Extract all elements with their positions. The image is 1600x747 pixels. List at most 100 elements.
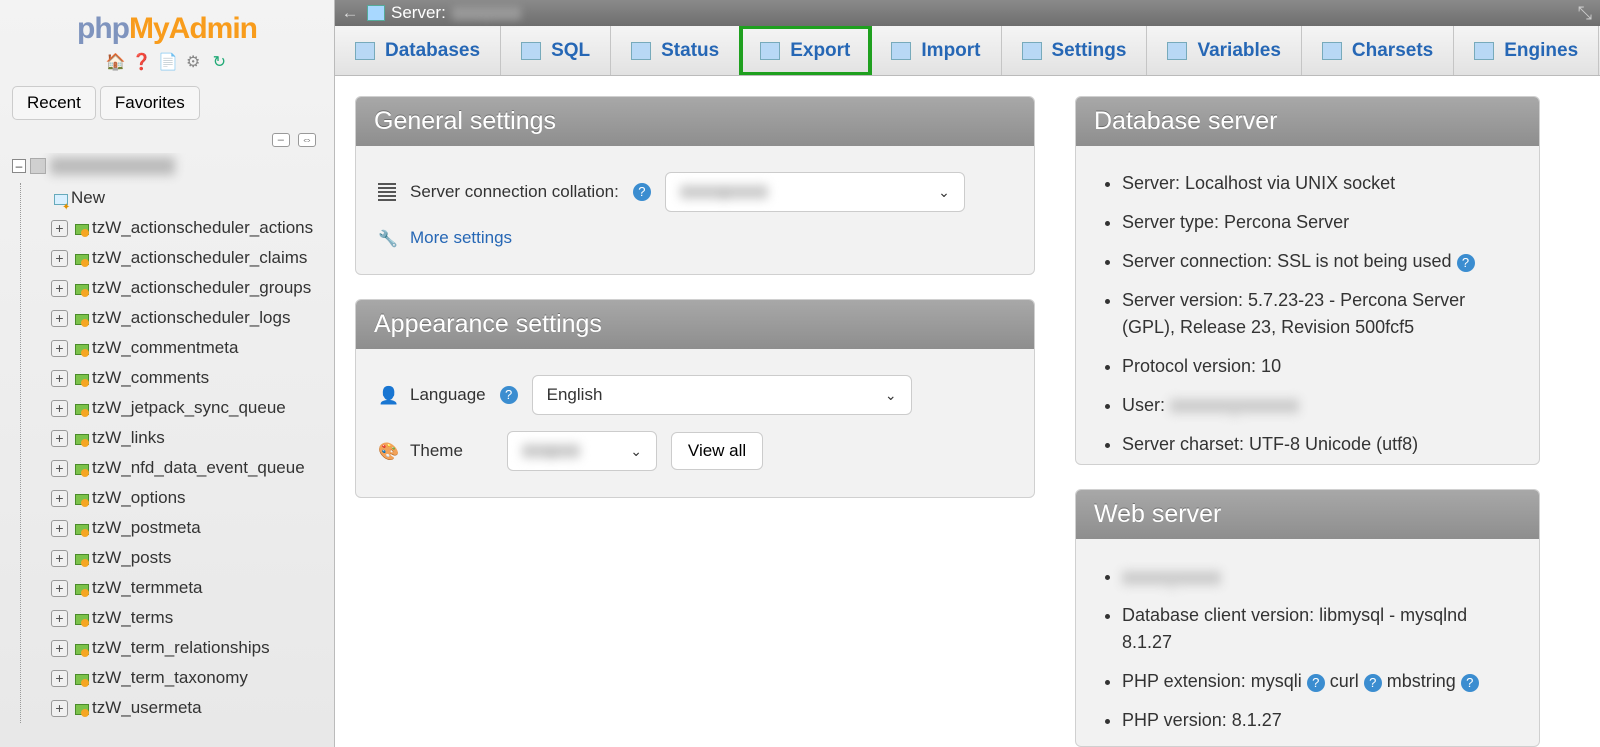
help-icon[interactable]: ? [500,386,518,404]
table-icon [72,310,88,326]
main-tabs: DatabasesSQLStatusExportImportSettingsVa… [335,26,1600,76]
help-icon[interactable]: ? [1364,674,1382,692]
help-icon[interactable]: ? [633,183,651,201]
tree-item-table[interactable]: +tzW_actionscheduler_groups [51,273,328,303]
tree-item-table[interactable]: +tzW_posts [51,543,328,573]
settings-icon[interactable]: ⚙ [184,54,202,72]
expand-icon[interactable]: + [51,670,68,687]
expand-icon[interactable]: + [51,400,68,417]
expand-icon[interactable]: + [51,610,68,627]
panel-title: Appearance settings [356,300,1034,349]
variables-icon [1167,42,1187,60]
logout-icon[interactable]: ❓ [132,54,150,72]
tab-databases[interactable]: Databases [335,26,501,75]
expand-icon[interactable]: + [51,460,68,477]
tab-status[interactable]: Status [611,26,740,75]
theme-select[interactable]: x ⌄ [507,431,657,471]
collation-icon [378,183,396,201]
expand-icon[interactable]: + [51,550,68,567]
tree-item-table[interactable]: +tzW_links [51,423,328,453]
view-all-button[interactable]: View all [671,432,763,470]
expand-icon[interactable]: + [51,220,68,237]
tab-charsets[interactable]: Charsets [1302,26,1454,75]
panel-appearance-settings: Appearance settings 👤 Language ? English… [355,299,1035,498]
tree-item-table[interactable]: +tzW_terms [51,603,328,633]
panel-title: Web server [1076,490,1539,539]
close-icon[interactable]: ⤡ [1578,3,1592,24]
tree-item-table[interactable]: +tzW_actionscheduler_logs [51,303,328,333]
table-icon [72,550,88,566]
expand-icon[interactable]: + [51,640,68,657]
tab-variables[interactable]: Variables [1147,26,1301,75]
tab-settings[interactable]: Settings [1002,26,1148,75]
tab-label: Charsets [1352,40,1433,62]
tab-recent[interactable]: Recent [12,86,96,120]
back-icon[interactable]: ← [339,3,361,23]
expand-icon[interactable]: + [51,430,68,447]
tree-item-table[interactable]: +tzW_term_relationships [51,633,328,663]
server-icon [367,5,385,21]
tree-item-table[interactable]: +tzW_actionscheduler_claims [51,243,328,273]
tree-item-table[interactable]: +tzW_postmeta [51,513,328,543]
theme-value: x [522,444,581,458]
tree-item-label: tzW_term_taxonomy [92,668,248,688]
tree-item-label: tzW_commentmeta [92,338,238,358]
link-icon[interactable]: ⇔ [298,133,316,147]
breadcrumb-bar: ← Server: h ⤡ [335,0,1600,26]
tab-export[interactable]: Export [740,26,871,75]
chevron-down-icon: ⌄ [630,443,642,460]
new-icon [51,190,67,206]
tree-item-new[interactable]: New [51,183,328,213]
sql-icon [521,42,541,60]
help-icon[interactable]: ? [1307,674,1325,692]
expand-icon[interactable]: + [51,280,68,297]
logo[interactable]: phpMyAdmin [0,0,334,50]
more-settings-link[interactable]: More settings [410,228,512,248]
collation-select[interactable]: x ⌄ [665,172,965,212]
collapse-icon[interactable]: – [12,159,26,173]
theme-label: Theme [410,441,463,461]
tree-item-table[interactable]: + tzW_jetpack_sync_queue [51,393,328,423]
home-icon[interactable]: 🏠 [106,54,124,72]
tree-item-table[interactable]: +tzW_termmeta [51,573,328,603]
tree-item-table[interactable]: +tzW_usermeta [51,693,328,723]
theme-icon: 🎨 [378,442,396,460]
table-icon [72,400,88,416]
tab-sql[interactable]: SQL [501,26,611,75]
list-item: Server charset: UTF-8 Unicode (utf8) [1122,425,1517,464]
collation-value: x [680,185,769,199]
reload-icon[interactable]: ↻ [210,54,228,72]
status-icon [631,42,651,60]
tree-item-table[interactable]: +tzW_options [51,483,328,513]
list-item: x [1122,557,1517,596]
expand-icon[interactable]: + [51,250,68,267]
tree-item-label: tzW_jetpack_sync_queue [92,398,286,418]
tab-engines[interactable]: Engines [1454,26,1599,75]
tree-item-table[interactable]: + tzW_comments [51,363,328,393]
expand-icon[interactable]: + [51,580,68,597]
tab-favorites[interactable]: Favorites [100,86,200,120]
tree-item-table[interactable]: +tzW_actionscheduler_actions [51,213,328,243]
tree-item-table[interactable]: + tzW_commentmeta [51,333,328,363]
expand-icon[interactable]: + [51,310,68,327]
tree-item-table[interactable]: +tzW_nfd_data_event_queue [51,453,328,483]
sidebar: phpMyAdmin 🏠 ❓ 📄 ⚙ ↻ Recent Favorites – … [0,0,335,747]
tab-import[interactable]: Import [871,26,1001,75]
table-icon [72,580,88,596]
list-item: PHP extension: mysqli ? curl ? mbstring … [1122,662,1517,701]
expand-icon[interactable]: + [51,340,68,357]
expand-icon[interactable]: + [51,520,68,537]
collapse-all-icon[interactable]: – [272,133,290,147]
table-icon [72,520,88,536]
tree-item-label: tzW_comments [92,368,209,388]
expand-icon[interactable]: + [51,370,68,387]
tree-root-database[interactable]: – hidden [10,153,328,183]
expand-icon[interactable]: + [51,490,68,507]
language-select[interactable]: English ⌄ [532,375,912,415]
docs-icon[interactable]: 📄 [158,54,176,72]
expand-icon[interactable]: + [51,700,68,717]
help-icon[interactable]: ? [1457,254,1475,272]
tree-item-table[interactable]: + tzW_term_taxonomy [51,663,328,693]
table-icon [72,250,88,266]
help-icon[interactable]: ? [1461,674,1479,692]
